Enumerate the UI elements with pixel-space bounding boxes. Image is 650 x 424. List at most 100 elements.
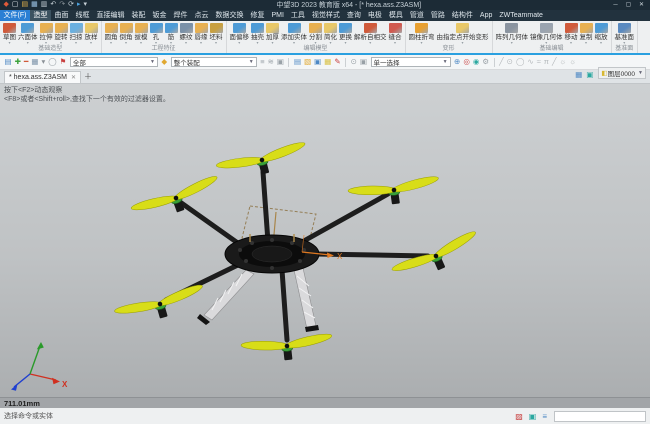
redo-icon[interactable]: ↷: [59, 0, 65, 10]
ribbon-item[interactable]: 旋转▾: [54, 22, 69, 44]
ribbon-item[interactable]: 抽壳▾: [250, 22, 265, 44]
settings-icon[interactable]: ⚙: [482, 55, 489, 69]
tab-数据交换[interactable]: 数据交换: [212, 10, 247, 21]
ribbon-item[interactable]: 坯料▾: [209, 22, 224, 44]
panel-view-icon[interactable]: ▣: [277, 55, 284, 69]
remove-filter-icon[interactable]: ━: [24, 55, 29, 69]
document-tab[interactable]: * hexa.ass.Z3ASM ✕: [4, 71, 81, 83]
new-document-button[interactable]: ＋: [81, 71, 95, 83]
ribbon-item[interactable]: 草图▾: [2, 22, 17, 44]
ribbon-item[interactable]: 唇缘▾: [194, 22, 209, 44]
folder-tool-icon[interactable]: ▧: [304, 55, 311, 69]
list-view-icon[interactable]: ≡: [260, 55, 264, 69]
edit-tool-icon[interactable]: ✎: [334, 55, 340, 69]
ribbon-item[interactable]: 倒角▾: [119, 22, 134, 44]
ribbon-item[interactable]: 孔▾: [149, 22, 164, 44]
refresh-icon[interactable]: ⟳: [68, 0, 74, 10]
tab-曲面[interactable]: 曲面: [51, 10, 72, 21]
tab-直接编辑[interactable]: 直接编辑: [93, 10, 128, 21]
circle-snap-icon[interactable]: ◯: [48, 55, 56, 69]
ribbon-item[interactable]: 扫掠▾: [69, 22, 84, 44]
tab-管道[interactable]: 管道: [406, 10, 427, 21]
ribbon-item[interactable]: 更换▾: [338, 22, 353, 44]
display-mode-icon[interactable]: ▣: [586, 70, 593, 79]
save-icon[interactable]: ▦: [31, 0, 38, 10]
snap-sun-icon[interactable]: ☼: [560, 55, 567, 69]
doc-tool-icon[interactable]: ▤: [294, 55, 301, 69]
snap-line-icon[interactable]: ╱: [499, 55, 504, 69]
pick-flag-icon[interactable]: ⚑: [60, 55, 67, 69]
scope-select[interactable]: 整个装配▼: [171, 57, 257, 67]
tab-点云[interactable]: 点云: [191, 10, 212, 21]
ribbon-item[interactable]: 缩放▾: [594, 22, 609, 44]
ribbon-item[interactable]: 螺纹▾: [179, 22, 194, 44]
ribbon-item[interactable]: 六面体▾: [17, 22, 39, 44]
close-button[interactable]: ✕: [635, 0, 648, 10]
print-icon[interactable]: ▥: [41, 0, 48, 10]
tab-模具[interactable]: 模具: [385, 10, 406, 21]
ribbon-item[interactable]: 复制▾: [579, 22, 594, 44]
ribbon-item[interactable]: 由指定点开始变形▾: [436, 22, 490, 44]
document-close-icon[interactable]: ✕: [71, 74, 76, 81]
tab-结构件[interactable]: 结构件: [448, 10, 476, 21]
grid-snap-icon[interactable]: ▦: [31, 55, 38, 69]
entity-filter-select[interactable]: 全部▼: [70, 57, 158, 67]
ribbon-item[interactable]: 圆角▾: [104, 22, 119, 44]
tab-线框[interactable]: 线框: [72, 10, 93, 21]
tab-查询[interactable]: 查询: [343, 10, 364, 21]
ribbon-item[interactable]: 面偏移▾: [229, 22, 251, 44]
ribbon-item[interactable]: 添加实体▾: [280, 22, 308, 44]
ribbon-item[interactable]: 移动▾: [564, 22, 579, 44]
ribbon-item[interactable]: 基准面▾: [614, 22, 636, 44]
ribbon-item[interactable]: 拉伸▾: [39, 22, 54, 44]
window-tool-icon[interactable]: ▣: [314, 55, 321, 69]
tab-电极[interactable]: 电极: [364, 10, 385, 21]
target-icon[interactable]: ⊙: [351, 55, 357, 69]
tab-管路[interactable]: 管路: [427, 10, 448, 21]
undo-icon[interactable]: ↶: [50, 0, 56, 10]
snap-diag-icon[interactable]: ╱: [552, 55, 557, 69]
ribbon-item[interactable]: 拔模▾: [134, 22, 149, 44]
ribbon-item[interactable]: 圆柱折弯▾: [408, 22, 436, 44]
assembly-scope-icon[interactable]: ◆: [161, 55, 167, 69]
ribbon-item[interactable]: 简化▾: [323, 22, 338, 44]
ribbon-item[interactable]: 缝合▾: [388, 22, 403, 44]
ribbon-item[interactable]: 加厚▾: [265, 22, 280, 44]
ribbon-item[interactable]: 解析自相交▾: [353, 22, 388, 44]
pick-mode-select[interactable]: 单一选择▼: [371, 57, 451, 67]
layer-select[interactable]: ◧ 图层0000 ▼: [598, 67, 646, 79]
sheet-tool-icon[interactable]: ▦: [324, 55, 331, 69]
tab-ZWTeammate[interactable]: ZWTeammate: [496, 10, 547, 21]
selection-filter-icon[interactable]: ▨: [515, 412, 523, 421]
more-dropdown-icon[interactable]: ▾: [84, 0, 88, 10]
tab-文件(F)[interactable]: 文件(F): [0, 10, 30, 21]
snap-spline-icon[interactable]: ≈: [537, 55, 541, 69]
snap-center-icon[interactable]: ⊙: [507, 55, 513, 69]
app-logo-icon[interactable]: ◆: [4, 0, 9, 10]
play-icon[interactable]: ▸: [77, 0, 81, 10]
tab-焊件[interactable]: 焊件: [170, 10, 191, 21]
move-handle-icon[interactable]: ⊕: [454, 55, 460, 69]
open-file-icon[interactable]: ▤: [22, 0, 29, 10]
maximize-button[interactable]: ▢: [622, 0, 635, 10]
tab-App[interactable]: App: [476, 10, 495, 21]
rotate-handle-icon[interactable]: ◎: [463, 55, 470, 69]
grid-caret-icon[interactable]: ▾: [42, 55, 46, 69]
ribbon-item[interactable]: 分割▾: [308, 22, 323, 44]
tab-装配[interactable]: 装配: [128, 10, 149, 21]
minimize-button[interactable]: ─: [609, 0, 622, 10]
list-status-icon[interactable]: ≡: [542, 412, 547, 421]
snap-pi-icon[interactable]: π: [544, 55, 549, 69]
ribbon-item[interactable]: 阵列几何体▾: [495, 22, 530, 44]
snap-curve-icon[interactable]: ∿: [527, 55, 533, 69]
view-grid-icon[interactable]: ▦: [575, 70, 582, 79]
command-input[interactable]: [554, 411, 646, 422]
tab-视觉样式[interactable]: 视觉样式: [308, 10, 343, 21]
snap-circle-icon[interactable]: ◯: [516, 55, 524, 69]
stack-view-icon[interactable]: ≋: [268, 55, 274, 69]
new-file-icon[interactable]: ▢: [12, 0, 19, 10]
tab-PMI[interactable]: PMI: [268, 10, 287, 21]
point-handle-icon[interactable]: ◉: [473, 55, 480, 69]
ribbon-item[interactable]: 镜像几何体▾: [529, 22, 564, 44]
tab-工具[interactable]: 工具: [287, 10, 308, 21]
